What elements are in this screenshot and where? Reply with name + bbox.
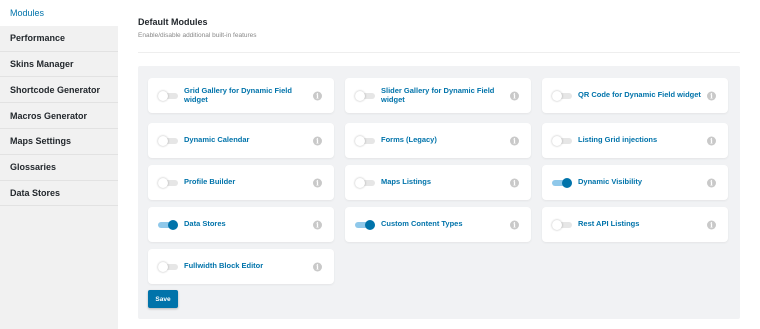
module-label: Fullwidth Block Editor <box>184 261 264 271</box>
info-icon[interactable]: i <box>510 136 519 145</box>
page-title: Default Modules <box>138 17 208 27</box>
module-toggle[interactable] <box>158 177 178 188</box>
page-subtitle: Enable/disable additional built-in featu… <box>138 32 257 39</box>
module-label: QR Code for Dynamic Field widget <box>578 90 701 100</box>
module-toggle[interactable] <box>158 261 178 272</box>
module-label: Listing Grid injections <box>578 135 658 145</box>
sidebar-item-maps-settings[interactable]: Maps Settings <box>0 129 118 155</box>
module-label: Rest API Listings <box>578 219 640 229</box>
sidebar-item-data-stores[interactable]: Data Stores <box>0 181 118 207</box>
info-icon[interactable]: i <box>707 91 716 100</box>
module-label: Maps Listings <box>381 177 432 187</box>
module-label: Dynamic Visibility <box>578 177 643 187</box>
module-toggle[interactable] <box>158 90 178 101</box>
module-card: Data Stores i <box>148 207 334 242</box>
module-card: Custom Content Types i <box>345 207 531 242</box>
module-toggle[interactable] <box>355 90 375 101</box>
module-toggle[interactable] <box>552 90 572 101</box>
module-card: Fullwidth Block Editor i <box>148 249 334 284</box>
module-label: Profile Builder <box>184 177 236 187</box>
module-card: Grid Gallery for Dynamic Field widget i <box>148 78 334 113</box>
module-card: Dynamic Calendar i <box>148 123 334 158</box>
divider <box>138 52 740 53</box>
module-toggle[interactable] <box>158 135 178 146</box>
module-label: Custom Content Types <box>381 219 463 229</box>
info-icon[interactable]: i <box>313 91 322 100</box>
module-label: Forms (Legacy) <box>381 135 437 145</box>
module-toggle[interactable] <box>355 177 375 188</box>
sidebar-item-skins-manager[interactable]: Skins Manager <box>0 52 118 78</box>
info-icon[interactable]: i <box>510 220 519 229</box>
modules-panel: Grid Gallery for Dynamic Field widget i … <box>138 66 740 319</box>
module-toggle[interactable] <box>552 219 572 230</box>
module-card: Rest API Listings i <box>542 207 728 242</box>
sidebar-item-modules[interactable]: Modules <box>0 0 118 26</box>
info-icon[interactable]: i <box>313 136 322 145</box>
module-label: Grid Gallery for Dynamic Field widget <box>184 86 292 104</box>
main-content: Default Modules Enable/disable additiona… <box>118 0 760 329</box>
module-label: Data Stores <box>184 219 226 229</box>
sidebar: Modules Performance Skins Manager Shortc… <box>0 0 118 329</box>
module-card: Dynamic Visibility i <box>542 165 728 200</box>
module-toggle[interactable] <box>355 219 375 230</box>
module-card: Slider Gallery for Dynamic Field widget … <box>345 78 531 113</box>
module-toggle[interactable] <box>552 177 572 188</box>
module-label: Dynamic Calendar <box>184 135 250 145</box>
module-card: Forms (Legacy) i <box>345 123 531 158</box>
info-icon[interactable]: i <box>707 136 716 145</box>
module-toggle[interactable] <box>552 135 572 146</box>
module-card: QR Code for Dynamic Field widget i <box>542 78 728 113</box>
info-icon[interactable]: i <box>510 178 519 187</box>
module-toggle[interactable] <box>158 219 178 230</box>
sidebar-item-glossaries[interactable]: Glossaries <box>0 155 118 181</box>
info-icon[interactable]: i <box>313 262 322 271</box>
info-icon[interactable]: i <box>313 220 322 229</box>
module-card: Listing Grid injections i <box>542 123 728 158</box>
info-icon[interactable]: i <box>707 220 716 229</box>
save-button[interactable]: Save <box>148 290 178 308</box>
sidebar-item-shortcode-generator[interactable]: Shortcode Generator <box>0 77 118 104</box>
sidebar-item-performance[interactable]: Performance <box>0 26 118 52</box>
sidebar-item-macros-generator[interactable]: Macros Generator <box>0 103 118 129</box>
module-label: Slider Gallery for Dynamic Field widget <box>381 86 495 104</box>
module-card: Profile Builder i <box>148 165 334 200</box>
info-icon[interactable]: i <box>313 178 322 187</box>
module-card: Maps Listings i <box>345 165 531 200</box>
module-toggle[interactable] <box>355 135 375 146</box>
info-icon[interactable]: i <box>707 178 716 187</box>
info-icon[interactable]: i <box>510 91 519 100</box>
